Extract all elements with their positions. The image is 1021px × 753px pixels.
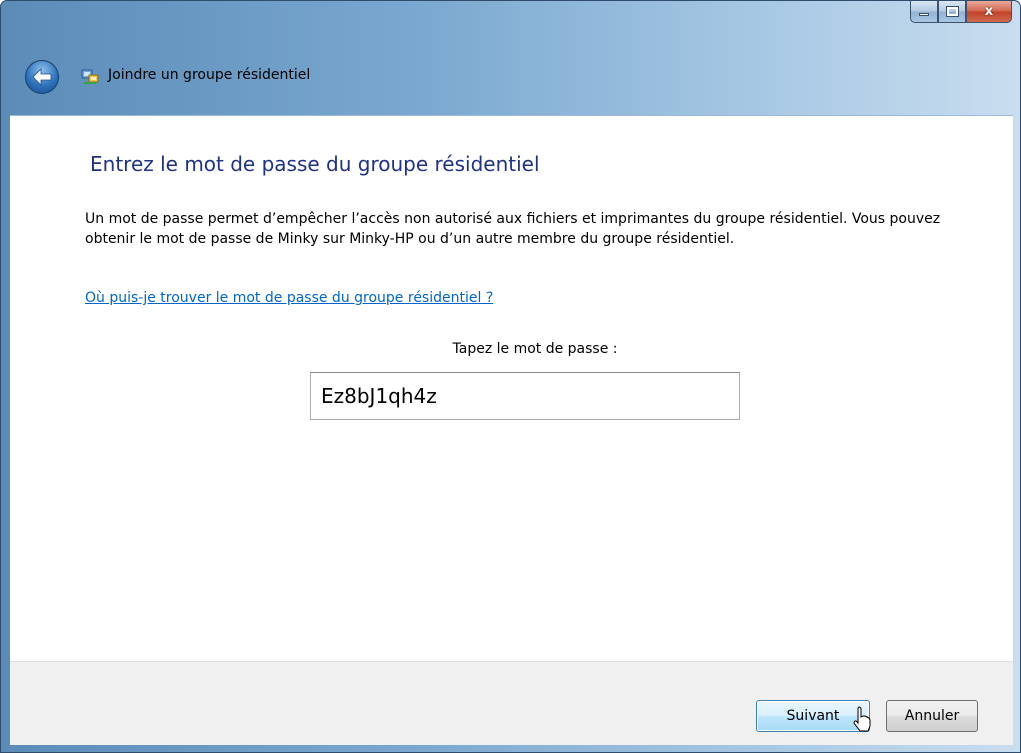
page-heading: Entrez le mot de passe du groupe résiden… <box>90 152 540 176</box>
help-password-link[interactable]: Où puis-je trouver le mot de passe du gr… <box>85 290 493 306</box>
password-input[interactable] <box>310 372 740 420</box>
window-title: Joindre un groupe résidentiel <box>108 67 311 83</box>
window-bottom-border <box>10 745 1013 753</box>
back-arrow-icon <box>32 68 52 86</box>
next-button-label: Suivant <box>786 708 840 724</box>
caption-buttons: x <box>910 1 1012 23</box>
maximize-icon <box>945 6 959 17</box>
homegroup-dialog-window: x Joindre un groupe résidentiel Entrez l… <box>0 0 1021 753</box>
homegroup-network-icon <box>81 69 99 84</box>
description-text: Un mot de passe permet d’empêcher l’accè… <box>85 211 941 247</box>
close-icon: x <box>984 4 994 19</box>
maximize-button[interactable] <box>938 1 966 23</box>
close-button[interactable]: x <box>966 1 1012 23</box>
title-bar[interactable]: x <box>1 1 1020 47</box>
password-label: Tapez le mot de passe : <box>452 341 618 357</box>
back-button[interactable] <box>25 60 59 94</box>
minimize-button[interactable] <box>910 1 938 23</box>
mouse-pointer-icon <box>853 706 871 732</box>
cancel-button-label: Annuler <box>904 708 960 724</box>
minimize-icon <box>919 13 929 16</box>
dialog-footer: Suivant Annuler <box>10 661 1013 745</box>
dialog-content: Entrez le mot de passe du groupe résiden… <box>10 115 1013 661</box>
cancel-button[interactable]: Annuler <box>886 700 978 732</box>
navigation-bar: Joindre un groupe résidentiel <box>1 57 1020 97</box>
